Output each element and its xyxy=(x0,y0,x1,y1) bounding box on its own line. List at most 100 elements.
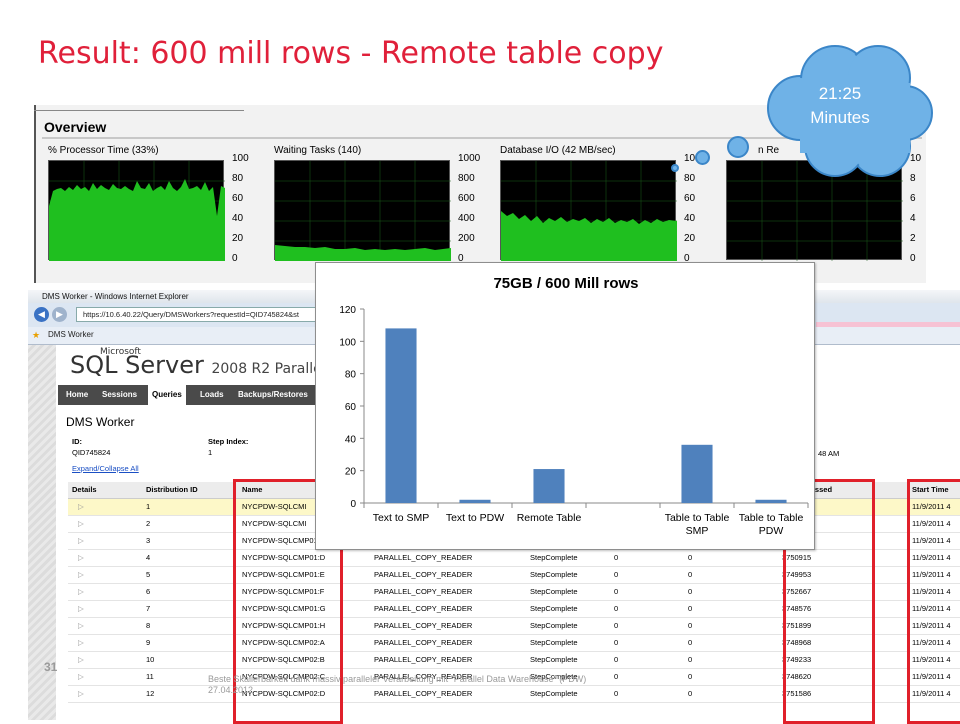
bar xyxy=(533,469,565,503)
distribution-id: 7 xyxy=(142,600,238,618)
callout-bubble xyxy=(671,164,679,172)
step-label: Step Index: xyxy=(208,437,249,446)
address-bar[interactable]: https://10.6.40.22/Query/DMSWorkers?requ… xyxy=(76,307,336,322)
worker-status: StepComplete xyxy=(526,549,610,567)
expand-icon[interactable]: ▷ xyxy=(68,634,142,652)
worker-a: 0 xyxy=(610,634,684,652)
footer: Beste Skalierbarkeit dank massiv paralle… xyxy=(208,674,586,696)
worker-type: PARALLEL_COPY_READER xyxy=(370,600,526,618)
expand-icon[interactable]: ▷ xyxy=(68,651,142,669)
perf-label: Waiting Tasks (140) xyxy=(274,145,362,156)
worker-b: 0 xyxy=(684,549,778,567)
worker-b: 0 xyxy=(684,566,778,584)
slide-title: Result: 600 mill rows - Remote table cop… xyxy=(38,36,664,71)
expand-icon[interactable]: ▷ xyxy=(68,515,142,533)
nav-home[interactable]: Home xyxy=(66,390,88,399)
y-tick-label: 40 xyxy=(345,434,357,445)
worker-type: PARALLEL_COPY_READER xyxy=(370,549,526,567)
favorites-star-icon[interactable]: ★ xyxy=(32,330,40,341)
window-title: DMS Worker - Windows Internet Explorer xyxy=(42,292,189,301)
footer-date: 27.04.2012 xyxy=(208,685,254,695)
worker-status: StepComplete xyxy=(526,583,610,601)
worker-b: 0 xyxy=(684,634,778,652)
expand-icon[interactable]: ▷ xyxy=(68,617,142,635)
bar xyxy=(385,328,417,503)
worker-a: 0 xyxy=(610,685,684,703)
overview-title: Overview xyxy=(44,119,107,135)
highlight-start-time-column xyxy=(907,479,960,724)
worker-a: 0 xyxy=(610,600,684,618)
perf-label: Database I/O (42 MB/sec) xyxy=(500,145,616,156)
nav-sessions[interactable]: Sessions xyxy=(102,390,137,399)
worker-status: StepComplete xyxy=(526,634,610,652)
nav-queries[interactable]: Queries xyxy=(148,385,186,405)
expand-icon[interactable]: ▷ xyxy=(68,583,142,601)
perf-graph xyxy=(500,160,677,261)
expand-icon[interactable]: ▷ xyxy=(68,600,142,618)
bar-chart: 75GB / 600 Mill rows 0 20 40 60 80 100 120 Text… xyxy=(315,262,815,550)
tick-label: 800 xyxy=(458,173,475,184)
worker-type: PARALLEL_COPY_READER xyxy=(370,634,526,652)
logo-brand: Microsoft xyxy=(100,347,141,357)
expand-collapse-link[interactable]: Expand/Collapse All xyxy=(72,464,139,473)
expand-icon[interactable]: ▷ xyxy=(68,566,142,584)
expand-icon[interactable]: ▷ xyxy=(68,498,142,516)
worker-b: 0 xyxy=(684,583,778,601)
distribution-id: 2 xyxy=(142,515,238,533)
tick-label: 40 xyxy=(684,213,696,224)
overview-top-line xyxy=(34,110,244,111)
worker-b: 0 xyxy=(684,668,778,686)
tick-label: 2 xyxy=(910,233,916,244)
tick-label: 40 xyxy=(232,213,244,224)
chart-plot: 0 20 40 60 80 100 120 Text to SMP Text to PDW Rem… xyxy=(339,305,809,537)
col-distribution-id[interactable]: Distribution ID xyxy=(142,482,238,499)
worker-b: 0 xyxy=(684,685,778,703)
back-icon[interactable]: ◀ xyxy=(34,307,49,322)
expand-icon[interactable]: ▷ xyxy=(68,668,142,686)
expand-icon[interactable]: ▷ xyxy=(68,549,142,567)
tick-label: 6 xyxy=(910,193,916,204)
tick-label: 80 xyxy=(684,173,696,184)
distribution-id: 8 xyxy=(142,617,238,635)
expand-icon[interactable]: ▷ xyxy=(68,685,142,703)
x-tick-label: Remote Table xyxy=(517,512,582,524)
callout-unit: Minutes xyxy=(810,108,870,127)
bar xyxy=(459,499,491,503)
id-label: ID: xyxy=(72,437,82,446)
worker-a: 0 xyxy=(610,583,684,601)
tick-label: 60 xyxy=(232,193,244,204)
cloud-callout-text: 21:25 Minutes xyxy=(760,82,920,130)
x-tick-label: Text to SMP xyxy=(373,512,430,524)
y-tick-label: 80 xyxy=(345,370,357,381)
expand-icon[interactable]: ▷ xyxy=(68,532,142,550)
perf-graph xyxy=(48,160,225,261)
perf-label: % Processor Time (33%) xyxy=(48,145,159,156)
callout-time: 21:25 xyxy=(818,84,862,103)
col-details[interactable]: Details xyxy=(68,482,142,499)
x-tick-label: Table to Table SMP xyxy=(665,512,730,537)
worker-b: 0 xyxy=(684,651,778,669)
tick-label: 80 xyxy=(232,173,244,184)
footer-text: Beste Skalierbarkeit dank massiv paralle… xyxy=(208,674,587,684)
tick-label: 600 xyxy=(458,193,475,204)
worker-status: StepComplete xyxy=(526,651,610,669)
id-value: QID745824 xyxy=(72,448,111,457)
worker-b: 0 xyxy=(684,617,778,635)
distribution-id: 5 xyxy=(142,566,238,584)
forward-icon[interactable]: ▶ xyxy=(52,307,67,322)
worker-a: 0 xyxy=(610,668,684,686)
callout-bubble xyxy=(727,136,749,158)
worker-type: PARALLEL_COPY_READER xyxy=(370,566,526,584)
tick-label: 20 xyxy=(232,233,244,244)
bar xyxy=(755,499,787,503)
tick-label: 0 xyxy=(232,253,238,264)
nav-backups-restores[interactable]: Backups/Restores xyxy=(238,390,308,399)
tab-dms-worker[interactable]: DMS Worker xyxy=(48,330,94,339)
worker-a: 0 xyxy=(610,566,684,584)
pdw-nav: Home Sessions Queries Loads Backups/Rest… xyxy=(58,385,318,405)
perf-panel-processor: % Processor Time (33%) 100 80 60 40 20 0 xyxy=(48,145,263,270)
page-number: 31 xyxy=(44,660,58,674)
tick-label: 0 xyxy=(910,253,916,264)
tick-label: 200 xyxy=(458,233,475,244)
nav-loads[interactable]: Loads xyxy=(200,390,224,399)
